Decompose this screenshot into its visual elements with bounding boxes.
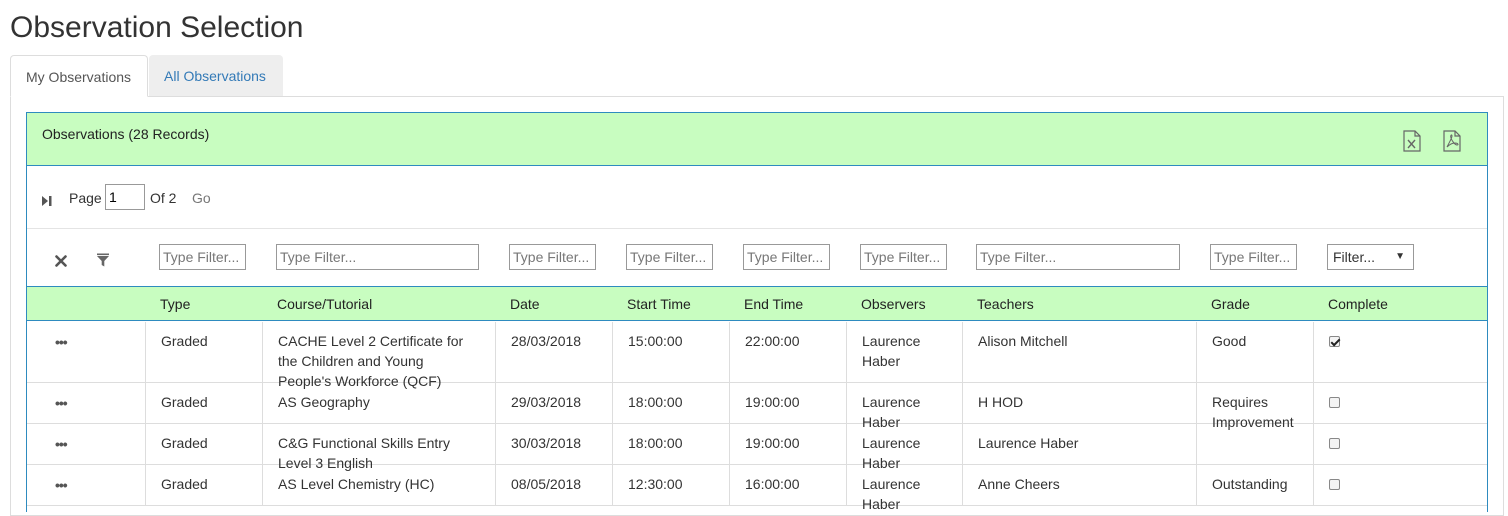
cell-start-time: 12:30:00 [612, 465, 729, 505]
row-menu-icon[interactable]: ••• [55, 393, 68, 413]
page-title: Observation Selection [10, 11, 304, 44]
tab-my-observations[interactable]: My Observations [10, 55, 148, 97]
column-header-end-time[interactable]: End Time [744, 296, 803, 312]
cell-type: Graded [145, 465, 262, 505]
row-menu-icon[interactable]: ••• [55, 475, 68, 495]
table-row: ••• Graded AS Geography 29/03/2018 18:00… [27, 383, 1487, 430]
table-row: ••• Graded C&G Functional Skills Entry L… [27, 424, 1487, 471]
panel-title: Observations (28 Records) [42, 126, 210, 142]
page-label: Page [69, 190, 102, 206]
cell-end-time: 16:00:00 [729, 465, 846, 505]
table-header: Type Course/Tutorial Date Start Time End… [27, 286, 1487, 321]
complete-filter-select[interactable]: Filter... ▼ [1327, 244, 1414, 270]
cell-observers: Laurence Haber [846, 465, 962, 512]
clear-filters-icon[interactable] [55, 254, 67, 267]
cell-end-time: 22:00:00 [729, 322, 846, 382]
page-count-label: Of 2 [150, 190, 177, 206]
cell-date: 30/03/2018 [495, 424, 612, 464]
cell-start-time: 18:00:00 [612, 383, 729, 423]
complete-checkbox[interactable] [1329, 438, 1340, 449]
cell-type: Graded [145, 322, 262, 382]
observers-filter-input[interactable] [860, 244, 947, 270]
cell-teachers: Anne Cheers [962, 465, 1196, 505]
type-filter-input[interactable] [159, 244, 246, 270]
complete-checkbox[interactable] [1329, 397, 1340, 408]
grade-filter-input[interactable] [1210, 244, 1297, 270]
column-header-date[interactable]: Date [510, 296, 540, 312]
cell-date: 08/05/2018 [495, 465, 612, 505]
cell-grade: Outstanding [1196, 465, 1313, 505]
row-menu-icon[interactable]: ••• [55, 434, 68, 454]
page-number-input[interactable] [105, 184, 145, 210]
column-header-complete[interactable]: Complete [1328, 296, 1388, 312]
teachers-filter-input[interactable] [976, 244, 1180, 270]
column-header-start-time[interactable]: Start Time [627, 296, 691, 312]
cell-teachers: Alison Mitchell [962, 322, 1196, 382]
cell-type: Graded [145, 424, 262, 464]
excel-export-icon[interactable] [1403, 130, 1421, 152]
start-time-filter-input[interactable] [626, 244, 713, 270]
cell-teachers: Laurence Haber [962, 424, 1196, 464]
filter-icon[interactable] [96, 253, 110, 267]
cell-type: Graded [145, 383, 262, 423]
column-header-observers[interactable]: Observers [861, 296, 926, 312]
tab-all-observations[interactable]: All Observations [149, 55, 283, 97]
course-filter-input[interactable] [276, 244, 479, 270]
complete-checkbox[interactable] [1329, 479, 1340, 490]
complete-checkbox[interactable] [1329, 336, 1340, 347]
cell-teachers: H HOD [962, 383, 1196, 423]
cell-course: AS Level Chemistry (HC) [262, 465, 495, 505]
cell-grade: Requires Improvement [1196, 383, 1313, 430]
cell-start-time: 15:00:00 [612, 322, 729, 382]
table-row: ••• Graded AS Level Chemistry (HC) 08/05… [27, 465, 1487, 512]
cell-date: 29/03/2018 [495, 383, 612, 423]
cell-end-time: 19:00:00 [729, 383, 846, 423]
end-time-filter-input[interactable] [743, 244, 830, 270]
row-menu-icon[interactable]: ••• [55, 332, 68, 352]
column-header-course[interactable]: Course/Tutorial [277, 296, 372, 312]
cell-end-time: 19:00:00 [729, 424, 846, 464]
cell-date: 28/03/2018 [495, 322, 612, 382]
cell-observers: Laurence Haber [846, 322, 962, 382]
cell-observers: Laurence Haber [846, 383, 962, 430]
table-row: ••• Graded CACHE Level 2 Certificate for… [27, 322, 1487, 389]
cell-observers: Laurence Haber [846, 424, 962, 471]
column-header-type[interactable]: Type [160, 296, 190, 312]
go-button[interactable]: Go [192, 190, 211, 206]
column-header-teachers[interactable]: Teachers [977, 296, 1034, 312]
complete-filter-value: Filter... [1333, 249, 1376, 265]
cell-course: CACHE Level 2 Certificate for the Childr… [262, 322, 495, 389]
cell-grade: Good [1196, 322, 1313, 382]
cell-grade [1196, 424, 1313, 464]
pager: Page Of 2 Go [27, 167, 1487, 229]
date-filter-input[interactable] [509, 244, 596, 270]
last-page-icon[interactable] [41, 194, 53, 206]
column-header-grade[interactable]: Grade [1211, 296, 1250, 312]
observations-panel: Observations (28 Records) Page Of 2 [26, 112, 1488, 512]
chevron-down-icon: ▼ [1395, 251, 1405, 262]
cell-course: C&G Functional Skills Entry Level 3 Engl… [262, 424, 495, 471]
pdf-export-icon[interactable] [1443, 130, 1461, 152]
cell-course: AS Geography [262, 383, 495, 423]
cell-start-time: 18:00:00 [612, 424, 729, 464]
panel-heading: Observations (28 Records) [27, 113, 1487, 166]
filter-row: Filter... ▼ [27, 230, 1487, 286]
